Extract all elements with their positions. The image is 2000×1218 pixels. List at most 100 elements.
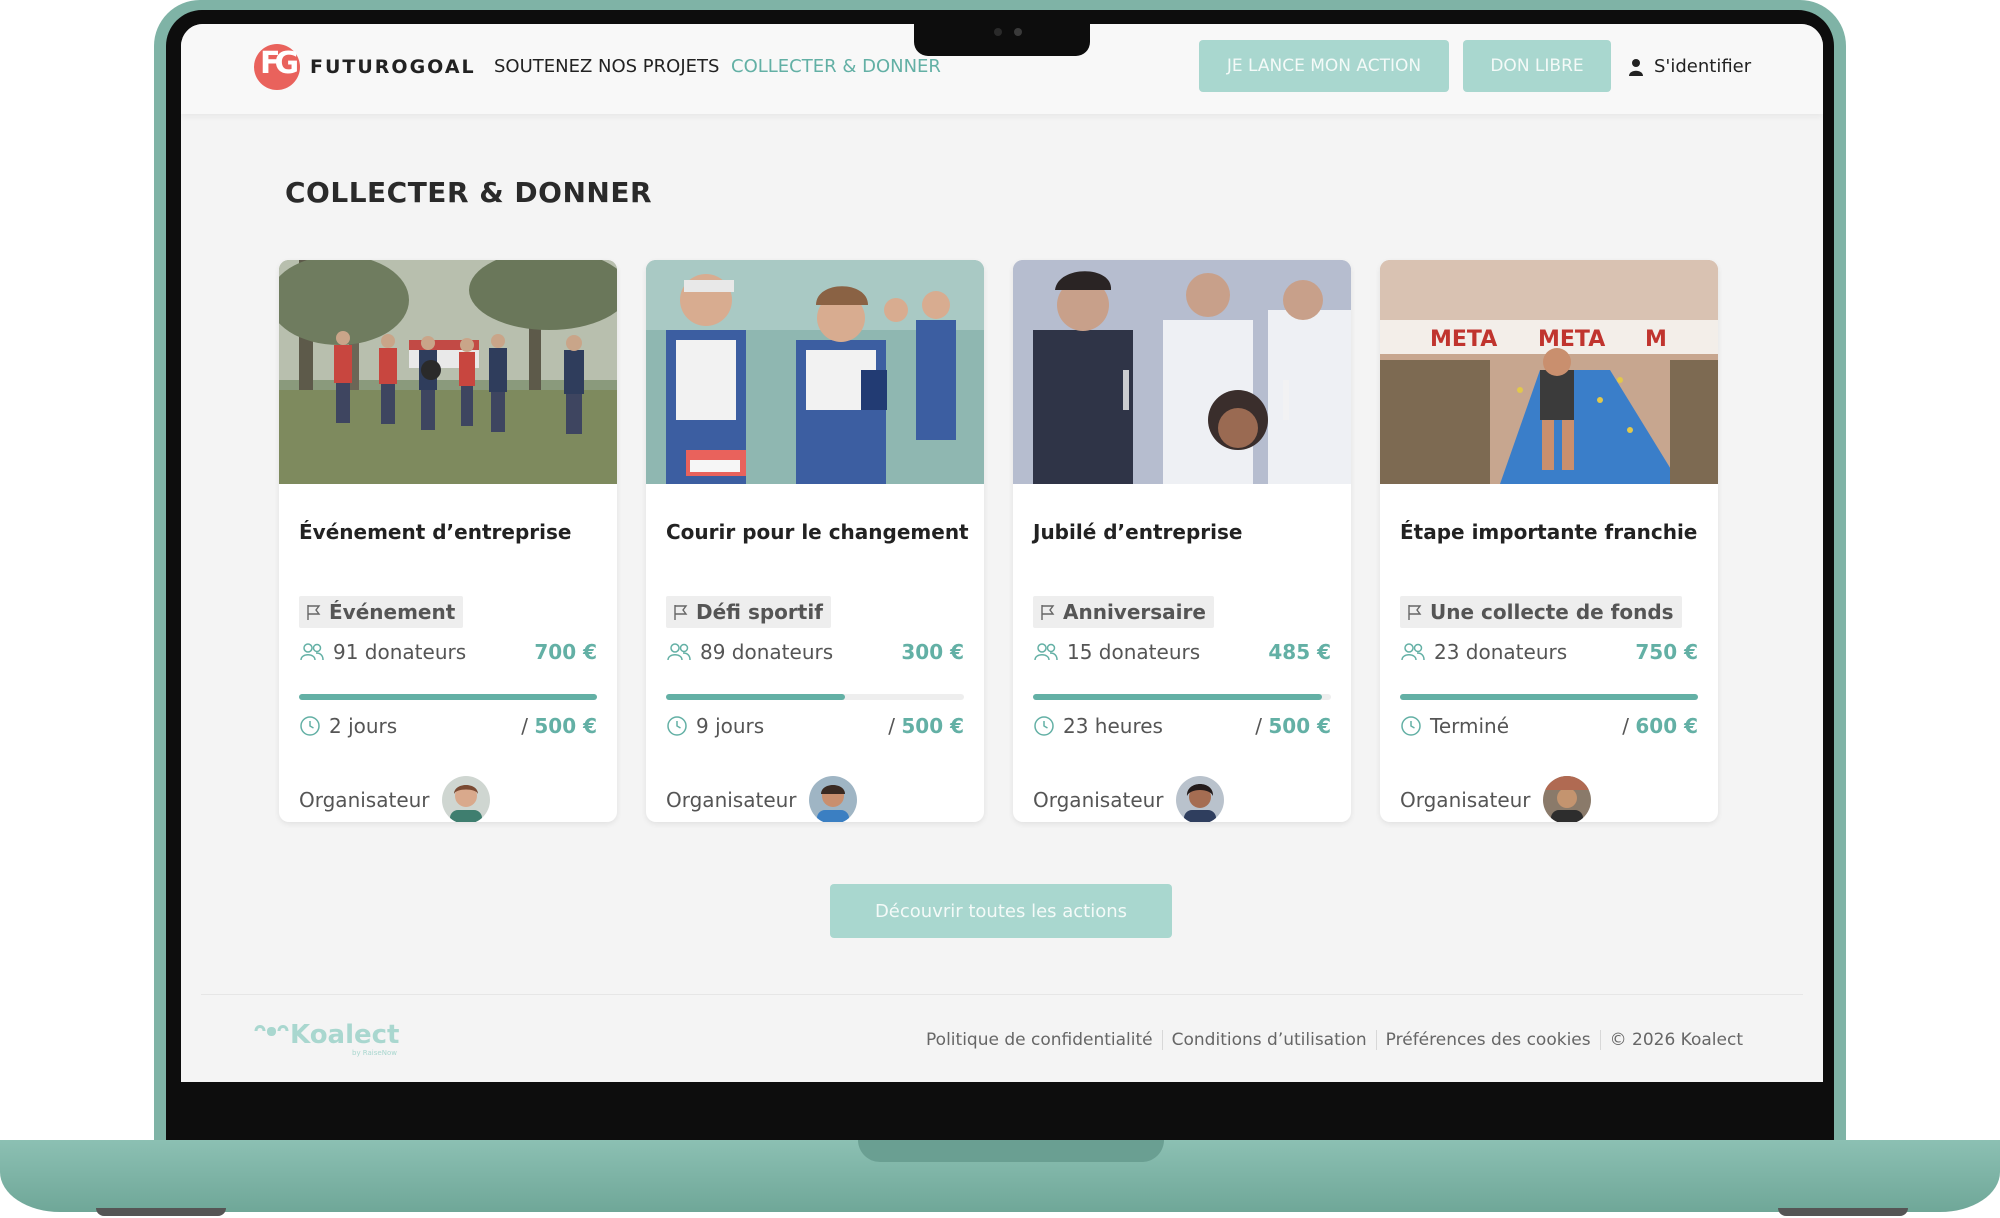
futurogoal-logo-icon: FG [254, 44, 300, 90]
marathon-photo [646, 260, 984, 484]
progress-bar [299, 694, 597, 700]
organizer-avatar [441, 776, 490, 822]
users-icon [1034, 643, 1058, 661]
koalect-brand: Koalect [290, 1020, 399, 1050]
card-title: Courir pour le changement [666, 520, 969, 544]
card-organizer: Organisateur [1400, 776, 1591, 822]
donors-count: 89 donateurs [700, 640, 834, 664]
user-icon [1629, 58, 1643, 76]
campaign-card[interactable]: META META M Étape importante franchie Un… [1380, 260, 1718, 822]
goal-amount: 600 € [1635, 714, 1698, 738]
users-icon [667, 643, 691, 661]
card-donors-row: 15 donateurs 485 € [1033, 640, 1331, 664]
koalect-brand-sub: by RaiseNow [352, 1049, 397, 1057]
goal-amount: 500 € [1268, 714, 1331, 738]
card-tag-label: Défi sportif [696, 600, 823, 624]
donors-count: 23 donateurs [1434, 640, 1568, 664]
svg-text:META: META [1538, 327, 1605, 352]
card-title: Jubilé d’entreprise [1033, 520, 1243, 544]
organizer-label: Organisateur [1400, 788, 1531, 812]
collected-amount: 485 € [1268, 640, 1331, 664]
progress-fill [299, 694, 597, 700]
login-label: S'identifier [1654, 56, 1752, 77]
card-title: Étape importante franchie [1400, 520, 1698, 544]
card-time-row: 2 jours / 500 € [299, 714, 597, 738]
browser-screen: FG FUTUROGOAL SOUTENEZ NOS PROJETS COLLE… [181, 24, 1823, 1082]
organizer-label: Organisateur [1033, 788, 1164, 812]
footer-links: Politique de confidentialité Conditions … [917, 1030, 1743, 1050]
svg-text:M: M [1645, 327, 1667, 352]
flag-icon [1041, 605, 1055, 620]
card-time-row: 9 jours / 500 € [666, 714, 964, 738]
site-logo[interactable]: FG FUTUROGOAL [254, 44, 476, 90]
koalect-logo[interactable]: Koalect by RaiseNow [254, 1019, 404, 1063]
time-remaining: 9 jours [696, 714, 765, 738]
organizer-avatar [1542, 776, 1591, 822]
nav-collecter[interactable]: COLLECTER & DONNER [731, 56, 941, 77]
laptop-opening-notch [858, 1140, 1164, 1162]
footer-link-cookies[interactable]: Préférences des cookies [1377, 1030, 1601, 1050]
card-organizer: Organisateur [299, 776, 490, 822]
card-tag-label: Anniversaire [1063, 600, 1206, 624]
footer-copyright: © 2026 Koalect [1609, 1030, 1743, 1050]
flag-icon [674, 605, 688, 620]
donors-count: 91 donateurs [333, 640, 467, 664]
collected-amount: 750 € [1635, 640, 1698, 664]
card-category-tag: Anniversaire [1033, 596, 1214, 628]
flag-icon [307, 605, 321, 620]
donors-count: 15 donateurs [1067, 640, 1201, 664]
laptop-foot-right [1778, 1208, 1908, 1216]
organizer-label: Organisateur [666, 788, 797, 812]
footer-link-terms[interactable]: Conditions d’utilisation [1163, 1030, 1377, 1050]
finish-line-photo: META META M [1380, 260, 1718, 484]
organizer-avatar [1175, 776, 1224, 822]
laptop-foot-left [96, 1208, 226, 1216]
goal-amount: 500 € [901, 714, 964, 738]
flag-icon [1408, 605, 1422, 620]
organizer-avatar [808, 776, 857, 822]
clock-icon [1401, 716, 1421, 736]
nav-soutenez[interactable]: SOUTENEZ NOS PROJETS [494, 56, 719, 77]
progress-bar [1033, 694, 1331, 700]
users-icon [1401, 643, 1425, 661]
card-donors-row: 23 donateurs 750 € [1400, 640, 1698, 664]
footer-divider [201, 994, 1803, 995]
card-time-row: 23 heures / 500 € [1033, 714, 1331, 738]
card-organizer: Organisateur [1033, 776, 1224, 822]
goal-amount: 500 € [534, 714, 597, 738]
page-title: COLLECTER & DONNER [285, 176, 653, 209]
discover-all-actions-button[interactable]: Découvrir toutes les actions [830, 884, 1172, 938]
clock-icon [300, 716, 320, 736]
progress-fill [1033, 694, 1323, 700]
time-remaining: Terminé [1430, 714, 1510, 738]
card-organizer: Organisateur [666, 776, 857, 822]
campaign-card[interactable]: Jubilé d’entreprise Anniversaire 15 dona… [1013, 260, 1351, 822]
free-donation-button[interactable]: DON LIBRE [1463, 40, 1611, 92]
footer-link-privacy[interactable]: Politique de confidentialité [917, 1030, 1163, 1050]
svg-text:META: META [1430, 327, 1497, 352]
clock-icon [1034, 716, 1054, 736]
card-time-row: Terminé / 600 € [1400, 714, 1698, 738]
progress-fill [666, 694, 845, 700]
organizer-label: Organisateur [299, 788, 430, 812]
clock-icon [667, 716, 687, 736]
card-tag-label: Une collecte de fonds [1430, 600, 1674, 624]
card-donors-row: 91 donateurs 700 € [299, 640, 597, 664]
launch-action-button[interactable]: JE LANCE MON ACTION [1199, 40, 1449, 92]
camera-notch [914, 22, 1090, 56]
time-remaining: 23 heures [1063, 714, 1163, 738]
card-category-tag: Événement [299, 596, 464, 628]
card-tag-label: Événement [329, 600, 456, 624]
logo-text: FUTUROGOAL [310, 56, 476, 78]
collected-amount: 300 € [901, 640, 964, 664]
progress-bar [1400, 694, 1698, 700]
time-remaining: 2 jours [329, 714, 398, 738]
card-category-tag: Une collecte de fonds [1400, 596, 1682, 628]
collected-amount: 700 € [534, 640, 597, 664]
campaign-card[interactable]: Courir pour le changement Défi sportif 8… [646, 260, 984, 822]
campaign-card[interactable]: Événement d’entreprise Événement 91 dona… [279, 260, 617, 822]
login-link[interactable]: S'identifier [1628, 56, 1751, 77]
card-donors-row: 89 donateurs 300 € [666, 640, 964, 664]
progress-fill [1400, 694, 1698, 700]
card-category-tag: Défi sportif [666, 596, 831, 628]
